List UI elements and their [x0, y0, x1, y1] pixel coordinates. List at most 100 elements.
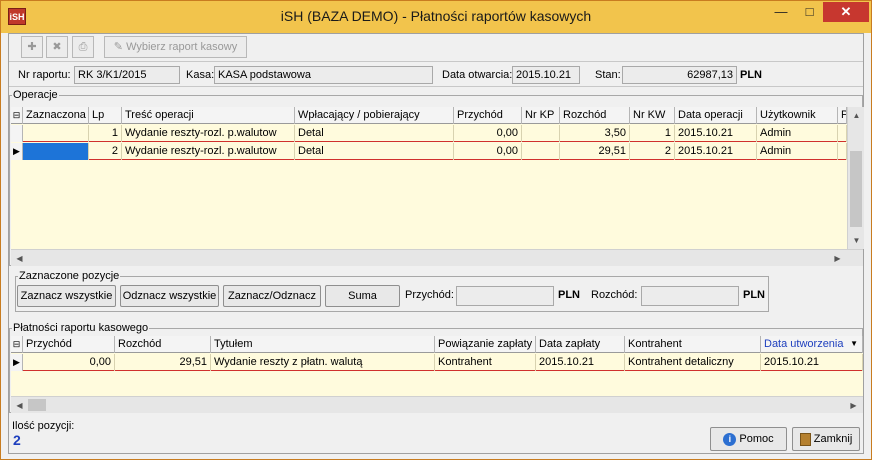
count-value: 2: [13, 432, 21, 448]
print-icon[interactable]: ⎙: [72, 36, 94, 58]
cell-zaznaczona[interactable]: [23, 143, 89, 160]
report-header: Nr raportu: RK 3/K1/2015 Kasa: KASA pods…: [9, 61, 863, 87]
grid-menu-icon[interactable]: ⊟: [11, 107, 23, 124]
scroll-right-icon[interactable]: ▶: [829, 250, 846, 267]
close-label: Zamknij: [813, 433, 853, 445]
przychod-sum-label: Przychód:: [405, 289, 454, 301]
col-data-utworzenia-label: Data utworzenia: [764, 338, 844, 350]
maximize-icon[interactable]: □: [796, 2, 823, 22]
scroll-right-icon[interactable]: ▶: [845, 397, 862, 414]
col-powiazanie[interactable]: Powiązanie zapłaty: [435, 336, 536, 353]
close-icon[interactable]: ✕: [823, 2, 869, 22]
select-all-button[interactable]: Zaznacz wszystkie: [17, 285, 116, 307]
add-icon[interactable]: ✚: [21, 36, 43, 58]
col-tresc[interactable]: Treść operacji: [122, 107, 295, 124]
operations-hscrollbar[interactable]: ◀ ▶: [11, 249, 863, 266]
deselect-all-button[interactable]: Odznacz wszystkie: [120, 285, 219, 307]
choose-report-label: Wybierz raport kasowy: [126, 41, 238, 53]
operations-title: Operacje: [12, 89, 59, 101]
delete-icon[interactable]: ✖: [46, 36, 68, 58]
scroll-thumb[interactable]: [850, 151, 862, 227]
cell-przychod: 0,00: [454, 125, 522, 142]
selected-positions-group: Zaznaczone pozycje Zaznacz wszystkie Odz…: [15, 270, 769, 312]
count-label: Ilość pozycji:: [12, 420, 75, 432]
rozchod-sum-field[interactable]: [641, 286, 739, 306]
scroll-up-icon[interactable]: ▲: [848, 107, 865, 124]
data-otwarcia-field[interactable]: 2015.10.21: [512, 66, 580, 84]
cell-nr-kp: [522, 143, 560, 160]
scroll-left-icon[interactable]: ◀: [11, 397, 28, 414]
cell-rozchod: 29,51: [115, 354, 211, 371]
nr-raportu-field[interactable]: RK 3/K1/2015: [74, 66, 180, 84]
table-row-selected[interactable]: ▶ 0,00 29,51 Wydanie reszty z płatn. wal…: [11, 354, 863, 371]
col-przychod[interactable]: Przychód: [23, 336, 115, 353]
toggle-selection-button[interactable]: Zaznacz/Odznacz: [223, 285, 321, 307]
cell-p: [838, 143, 847, 160]
operations-grid-header: ⊟ Zaznaczona Lp Treść operacji Wpłacając…: [11, 107, 847, 124]
row-indicator: [11, 125, 23, 142]
col-nr-kp[interactable]: Nr KP: [522, 107, 560, 124]
col-zaznaczona[interactable]: Zaznaczona: [23, 107, 89, 124]
przychod-sum-field[interactable]: [456, 286, 554, 306]
cell-data-zaplaty: 2015.10.21: [536, 354, 625, 371]
col-przychod[interactable]: Przychód: [454, 107, 522, 124]
col-tytulem[interactable]: Tytułem: [211, 336, 435, 353]
col-data-zaplaty[interactable]: Data zapłaty: [536, 336, 625, 353]
client-area: ✚ ✖ ⎙ ✎ Wybierz raport kasowy Nr raportu…: [8, 33, 864, 454]
help-label: Pomoc: [739, 433, 774, 445]
table-row[interactable]: 1 Wydanie reszty-rozl. p.walutow Detal 0…: [11, 125, 847, 142]
cell-rozchod: 3,50: [560, 125, 630, 142]
stan-currency: PLN: [740, 69, 762, 81]
choose-report-button[interactable]: ✎ Wybierz raport kasowy: [104, 36, 247, 58]
col-lp[interactable]: Lp: [89, 107, 122, 124]
cell-tytulem: Wydanie reszty z płatn. walutą: [211, 354, 435, 371]
nr-raportu-label: Nr raportu:: [18, 69, 71, 81]
table-row-selected[interactable]: ▶ 2 Wydanie reszty-rozl. p.walutow Detal…: [11, 143, 847, 160]
payments-title: Płatności raportu kasowego: [12, 322, 150, 334]
payments-group: Płatności raportu kasowego ⊟ Przychód Ro…: [9, 322, 863, 413]
close-button[interactable]: Zamknij: [792, 427, 860, 451]
cell-przychod: 0,00: [454, 143, 522, 160]
operations-grid: ⊟ Zaznaczona Lp Treść operacji Wpłacając…: [11, 107, 847, 259]
cell-lp: 1: [89, 125, 122, 142]
payments-grid-header: ⊟ Przychód Rozchód Tytułem Powiązanie za…: [11, 336, 863, 353]
cell-kontrahent: Kontrahent detaliczny: [625, 354, 761, 371]
operations-vscrollbar[interactable]: ▲ ▼: [847, 107, 864, 249]
col-kontrahent[interactable]: Kontrahent: [625, 336, 761, 353]
col-p[interactable]: P: [838, 107, 847, 124]
app-window: iSH iSH (BAZA DEMO) - Płatności raportów…: [0, 0, 872, 460]
kasa-field[interactable]: KASA podstawowa: [214, 66, 433, 84]
col-data-utworzenia[interactable]: Data utworzenia ▼: [761, 336, 863, 353]
sum-button[interactable]: Suma: [325, 285, 400, 307]
przychod-currency: PLN: [558, 289, 580, 301]
cell-lp: 2: [89, 143, 122, 160]
toolbar: ✚ ✖ ⎙ ✎ Wybierz raport kasowy: [11, 36, 861, 58]
operations-group: Operacje ⊟ Zaznaczona Lp Treść operacji …: [9, 89, 864, 266]
cell-zaznaczona[interactable]: [23, 125, 89, 142]
cell-powiazanie: Kontrahent: [435, 354, 536, 371]
help-button[interactable]: i Pomoc: [710, 427, 787, 451]
col-uzytkownik[interactable]: Użytkownik: [757, 107, 838, 124]
scroll-thumb[interactable]: [28, 399, 46, 411]
minimize-icon[interactable]: —: [767, 2, 795, 22]
title-bar[interactable]: iSH iSH (BAZA DEMO) - Płatności raportów…: [1, 1, 871, 33]
door-exit-icon: [799, 432, 811, 446]
rozchod-sum-label: Rozchód:: [591, 289, 638, 301]
cell-tresc: Wydanie reszty-rozl. p.walutow: [122, 125, 295, 142]
cell-wplacajacy: Detal: [295, 143, 454, 160]
stan-field[interactable]: 62987,13: [622, 66, 737, 84]
col-rozchod[interactable]: Rozchód: [115, 336, 211, 353]
cell-nr-kp: [522, 125, 560, 142]
selected-positions-title: Zaznaczone pozycje: [18, 270, 121, 282]
payments-hscrollbar[interactable]: ◀ ▶: [11, 396, 863, 413]
col-data-operacji[interactable]: Data operacji: [675, 107, 757, 124]
cell-data-operacji: 2015.10.21: [675, 143, 757, 160]
scroll-down-icon[interactable]: ▼: [848, 232, 865, 249]
grid-menu-icon[interactable]: ⊟: [11, 336, 23, 353]
cell-przychod: 0,00: [23, 354, 115, 371]
scroll-left-icon[interactable]: ◀: [11, 250, 28, 267]
cell-wplacajacy: Detal: [295, 125, 454, 142]
col-nr-kw[interactable]: Nr KW: [630, 107, 675, 124]
col-rozchod[interactable]: Rozchód: [560, 107, 630, 124]
col-wplacajacy[interactable]: Wpłacający / pobierający: [295, 107, 454, 124]
